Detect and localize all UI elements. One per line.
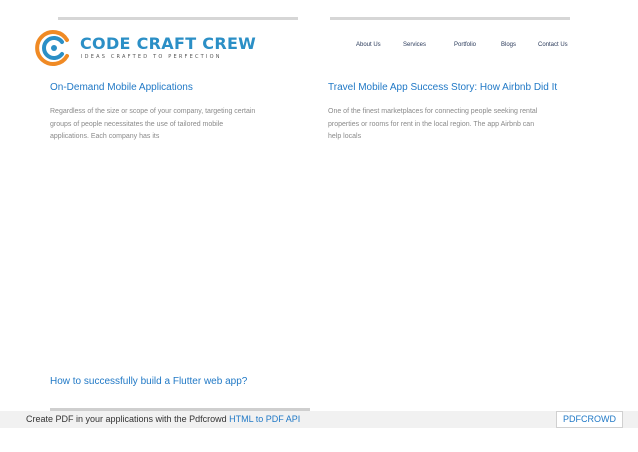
nav-item-contact-us[interactable]: Contact Us <box>538 42 568 48</box>
nav-item-services[interactable]: Services <box>403 42 426 48</box>
nav-item-portfolio[interactable]: Portfolio <box>454 42 476 48</box>
excerpt-line: properties or rooms for rent in the loca… <box>328 120 535 128</box>
excerpt-line: One of the finest marketplaces for conne… <box>328 108 538 115</box>
site-header: CODE CRAFT CREW IDEAS CRAFTED TO PERFECT… <box>0 22 638 72</box>
pdfcrowd-link[interactable]: HTML to PDF API <box>229 414 300 424</box>
clipped-text-top-left <box>58 10 298 20</box>
pdf-page: CODE CRAFT CREW IDEAS CRAFTED TO PERFECT… <box>0 0 638 452</box>
post-title-on-demand[interactable]: On-Demand Mobile Applications <box>50 82 193 93</box>
logo-title: CODE CRAFT CREW <box>80 34 257 53</box>
post-title-flutter[interactable]: How to successfully build a Flutter web … <box>50 376 247 387</box>
pdfcrowd-banner: Create PDF in your applications with the… <box>0 411 638 428</box>
logo-mark-icon <box>35 30 69 66</box>
post-title-airbnb[interactable]: Travel Mobile App Success Story: How Air… <box>328 82 557 93</box>
excerpt-line: help locals <box>328 133 362 140</box>
pdfcrowd-brand-button[interactable]: PDFCROWD <box>556 411 623 428</box>
excerpt-line: Regardless of the size or scope of your … <box>50 108 256 115</box>
excerpt-line: groups of people necessitates the use of… <box>50 120 224 128</box>
logo-tagline: IDEAS CRAFTED TO PERFECTION <box>81 54 222 60</box>
logo[interactable]: CODE CRAFT CREW IDEAS CRAFTED TO PERFECT… <box>34 28 257 68</box>
pdfcrowd-banner-message: Create PDF in your applications with the… <box>26 414 227 424</box>
nav-item-blogs[interactable]: Blogs <box>501 42 516 48</box>
excerpt-line: applications. Each company has its <box>50 133 160 140</box>
post-excerpt-on-demand: Regardless of the size or scope of your … <box>50 106 310 144</box>
clipped-text-top-right <box>330 10 570 20</box>
post-excerpt-airbnb: One of the finest marketplaces for conne… <box>328 106 588 144</box>
nav-item-about-us[interactable]: About Us <box>356 42 381 48</box>
pdfcrowd-banner-text: Create PDF in your applications with the… <box>26 414 300 424</box>
